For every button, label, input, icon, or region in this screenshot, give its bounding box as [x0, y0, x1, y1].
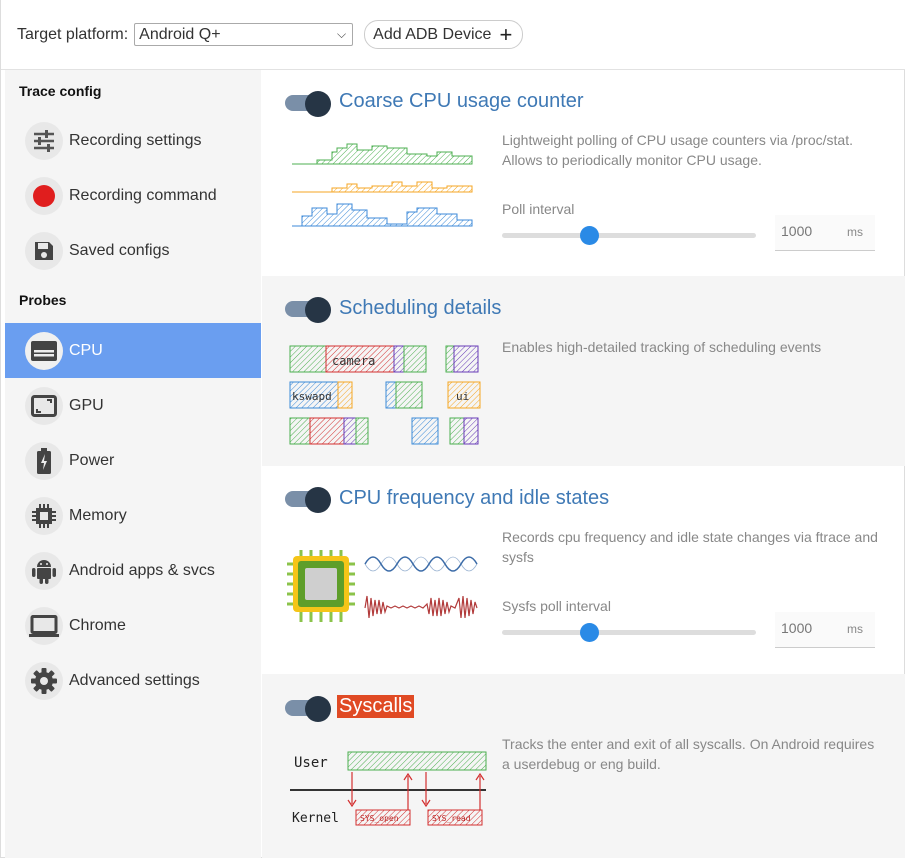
- probe-title: Coarse CPU usage counter: [339, 90, 584, 112]
- probe-title: Scheduling details: [339, 297, 502, 319]
- sidebar-item-label: Android apps & svcs: [69, 561, 215, 579]
- sidebar-item-label: Saved configs: [69, 241, 170, 259]
- probe-scheduling: Scheduling details camera kswapd ui Enab…: [262, 276, 905, 466]
- sysfs-poll-interval-value: 1000: [781, 620, 813, 636]
- coarse-cpu-toggle[interactable]: [285, 91, 331, 117]
- sysfs-poll-interval-unit: ms: [847, 622, 863, 636]
- sys-open-label: SYS_open: [360, 814, 399, 823]
- target-platform-label: Target platform:: [17, 25, 129, 43]
- target-platform-select[interactable]: Android Q+ ⌵: [134, 23, 354, 46]
- probe-syscalls: Syscalls User Kernel SYS_open SYS_read T…: [262, 674, 905, 858]
- poll-interval-unit: ms: [847, 225, 863, 239]
- trace-config-heading: Trace config: [19, 83, 102, 99]
- sidebar-item-label: CPU: [69, 341, 103, 359]
- kswapd-label: kswapd: [292, 390, 332, 403]
- camera-label: camera: [332, 354, 375, 368]
- sidebar-item-advanced-settings[interactable]: Advanced settings: [5, 653, 261, 708]
- probe-title: CPU frequency and idle states: [339, 487, 610, 509]
- sysfs-poll-interval-label: Sysfs poll interval: [502, 598, 611, 614]
- add-adb-device-label: Add ADB Device: [373, 25, 492, 43]
- sidebar-item-memory[interactable]: Memory: [5, 488, 261, 543]
- poll-interval-label: Poll interval: [502, 201, 575, 217]
- app-window: Target platform: Android Q+ ⌵ Add ADB De…: [0, 0, 905, 858]
- sidebar-item-label: Recording settings: [69, 131, 202, 149]
- probe-cpu-frequency: CPU frequency and idle states Records cp…: [262, 466, 905, 674]
- sidebar-item-label: Power: [69, 451, 115, 469]
- sidebar-item-gpu[interactable]: GPU: [5, 378, 261, 433]
- sidebar-item-saved-configs[interactable]: Saved configs: [5, 223, 261, 278]
- sidebar-item-chrome[interactable]: Chrome: [5, 598, 261, 653]
- plus-icon: +: [499, 21, 513, 47]
- ui-label: ui: [456, 390, 469, 403]
- sidebar-item-label: Recording command: [69, 186, 217, 204]
- scheduling-toggle[interactable]: [285, 297, 331, 323]
- sysfs-poll-interval-input[interactable]: 1000 ms: [775, 612, 875, 648]
- cpu-frequency-toggle[interactable]: [285, 487, 331, 513]
- cpu-frequency-illustration: [287, 550, 478, 622]
- gear-icon: [25, 661, 63, 700]
- syscalls-illustration: User Kernel SYS_open SYS_read: [290, 751, 487, 826]
- sidebar: Trace config Recording settings Recordin…: [5, 70, 261, 858]
- sidebar-item-label: Advanced settings: [69, 671, 200, 689]
- sidebar-item-label: Chrome: [69, 616, 126, 634]
- save-icon: [25, 231, 63, 270]
- probe-description: Enables high-detailed tracking of schedu…: [502, 339, 822, 355]
- add-adb-device-button[interactable]: Add ADB Device +: [364, 20, 524, 49]
- probe-description: Lightweight polling of CPU usage counter…: [502, 132, 853, 168]
- probes-heading: Probes: [19, 292, 67, 308]
- chevron-down-icon: ⌵: [337, 27, 347, 41]
- sidebar-item-recording-settings[interactable]: Recording settings: [5, 113, 261, 168]
- probe-description: Tracks the enter and exit of all syscall…: [502, 736, 875, 772]
- poll-interval-slider[interactable]: [502, 226, 756, 245]
- syscalls-toggle[interactable]: [285, 696, 331, 722]
- target-platform-value: Android Q+: [139, 25, 221, 43]
- main-panel: Coarse CPU usage counter Lightweight pol…: [262, 70, 905, 858]
- battery-icon: [25, 441, 63, 480]
- poll-interval-input[interactable]: 1000 ms: [775, 215, 875, 251]
- scheduling-illustration: camera kswapd ui: [289, 345, 481, 445]
- header-bar: Target platform: Android Q+ ⌵ Add ADB De…: [1, 0, 905, 70]
- probe-coarse-cpu: Coarse CPU usage counter Lightweight pol…: [262, 70, 905, 276]
- sidebar-item-power[interactable]: Power: [5, 433, 261, 488]
- probe-title: Syscalls: [337, 695, 415, 718]
- poll-interval-value: 1000: [781, 223, 813, 239]
- sysfs-poll-interval-slider[interactable]: [502, 623, 756, 642]
- slider-thumb[interactable]: [580, 623, 599, 642]
- record-dot-icon: [25, 176, 63, 215]
- android-icon: [25, 551, 63, 590]
- sidebar-item-label: GPU: [69, 396, 104, 414]
- probe-description: Records cpu frequency and idle state cha…: [502, 529, 878, 565]
- sys-read-label: SYS_read: [432, 814, 471, 823]
- memory-chip-icon: [25, 496, 63, 535]
- sidebar-item-android-apps[interactable]: Android apps & svcs: [5, 543, 261, 598]
- sidebar-item-cpu[interactable]: CPU: [5, 323, 261, 378]
- sidebar-item-label: Memory: [69, 506, 127, 524]
- gpu-icon: [25, 386, 63, 425]
- cpu-usage-illustration: [292, 143, 473, 227]
- sidebar-item-recording-command[interactable]: Recording command: [5, 168, 261, 223]
- user-label: User: [294, 755, 328, 771]
- sliders-icon: [25, 121, 63, 160]
- slider-thumb[interactable]: [580, 226, 599, 245]
- kernel-label: Kernel: [292, 811, 339, 826]
- cpu-icon: [25, 331, 63, 370]
- laptop-icon: [25, 606, 63, 645]
